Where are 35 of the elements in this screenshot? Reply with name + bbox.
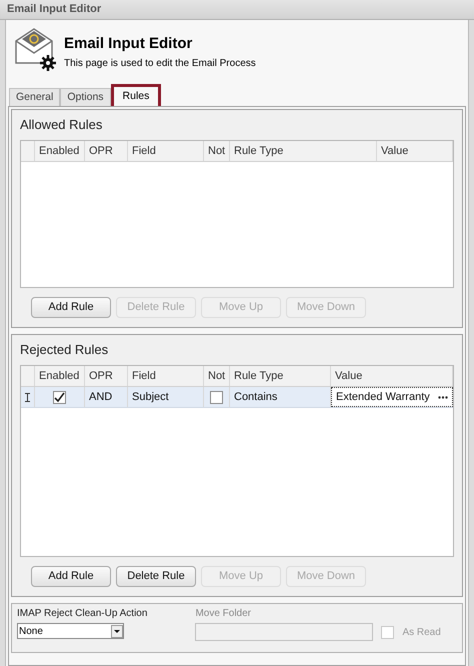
not-checkbox[interactable] — [210, 390, 223, 404]
page-subtitle: This page is used to edit the Email Process — [64, 57, 256, 71]
column-header[interactable]: Value — [377, 141, 453, 161]
column-header[interactable]: Enabled — [35, 141, 85, 161]
column-header[interactable]: Enabled — [35, 366, 85, 386]
column-header[interactable]: Value — [331, 366, 453, 386]
column-header[interactable]: OPR — [85, 141, 128, 161]
tab[interactable]: General — [9, 88, 60, 106]
action-dropdown[interactable]: None — [17, 623, 124, 639]
group-title: Allowed Rules — [19, 116, 104, 134]
table-cell: Subject — [128, 387, 204, 407]
field-label: IMAP Reject Clean-Up Action — [17, 607, 148, 621]
tab[interactable]: Options — [60, 88, 111, 106]
more-icon[interactable] — [438, 396, 448, 398]
column-header[interactable]: Not — [204, 366, 230, 386]
enabled-checkbox[interactable] — [53, 390, 66, 404]
column-header[interactable]: Rule Type — [230, 141, 377, 161]
rule-button[interactable]: Delete Rule — [116, 566, 196, 587]
field-label: Move Folder — [195, 607, 252, 621]
column-header[interactable]: Field — [128, 141, 204, 161]
page-title: Email Input Editor — [64, 35, 194, 53]
column-header[interactable]: Not — [204, 141, 230, 161]
table-cell: AND — [85, 387, 128, 407]
rule-button[interactable]: Add Rule — [31, 566, 111, 587]
column-header[interactable]: Field — [128, 366, 204, 386]
column-header[interactable]: OPR — [85, 366, 128, 386]
column-header[interactable]: Rule Type — [230, 366, 331, 386]
window-title: Email Input Editor — [7, 2, 102, 18]
tab[interactable]: Rules — [110, 84, 162, 106]
caret-icon[interactable] — [111, 624, 123, 638]
value-field[interactable]: Extended Warranty — [331, 387, 453, 407]
checkbox-label: As Read — [402, 626, 441, 640]
rule-button[interactable]: Add Rule — [31, 297, 111, 318]
group-title: Rejected Rules — [19, 341, 110, 360]
envelope-gear-icon — [14, 27, 58, 71]
